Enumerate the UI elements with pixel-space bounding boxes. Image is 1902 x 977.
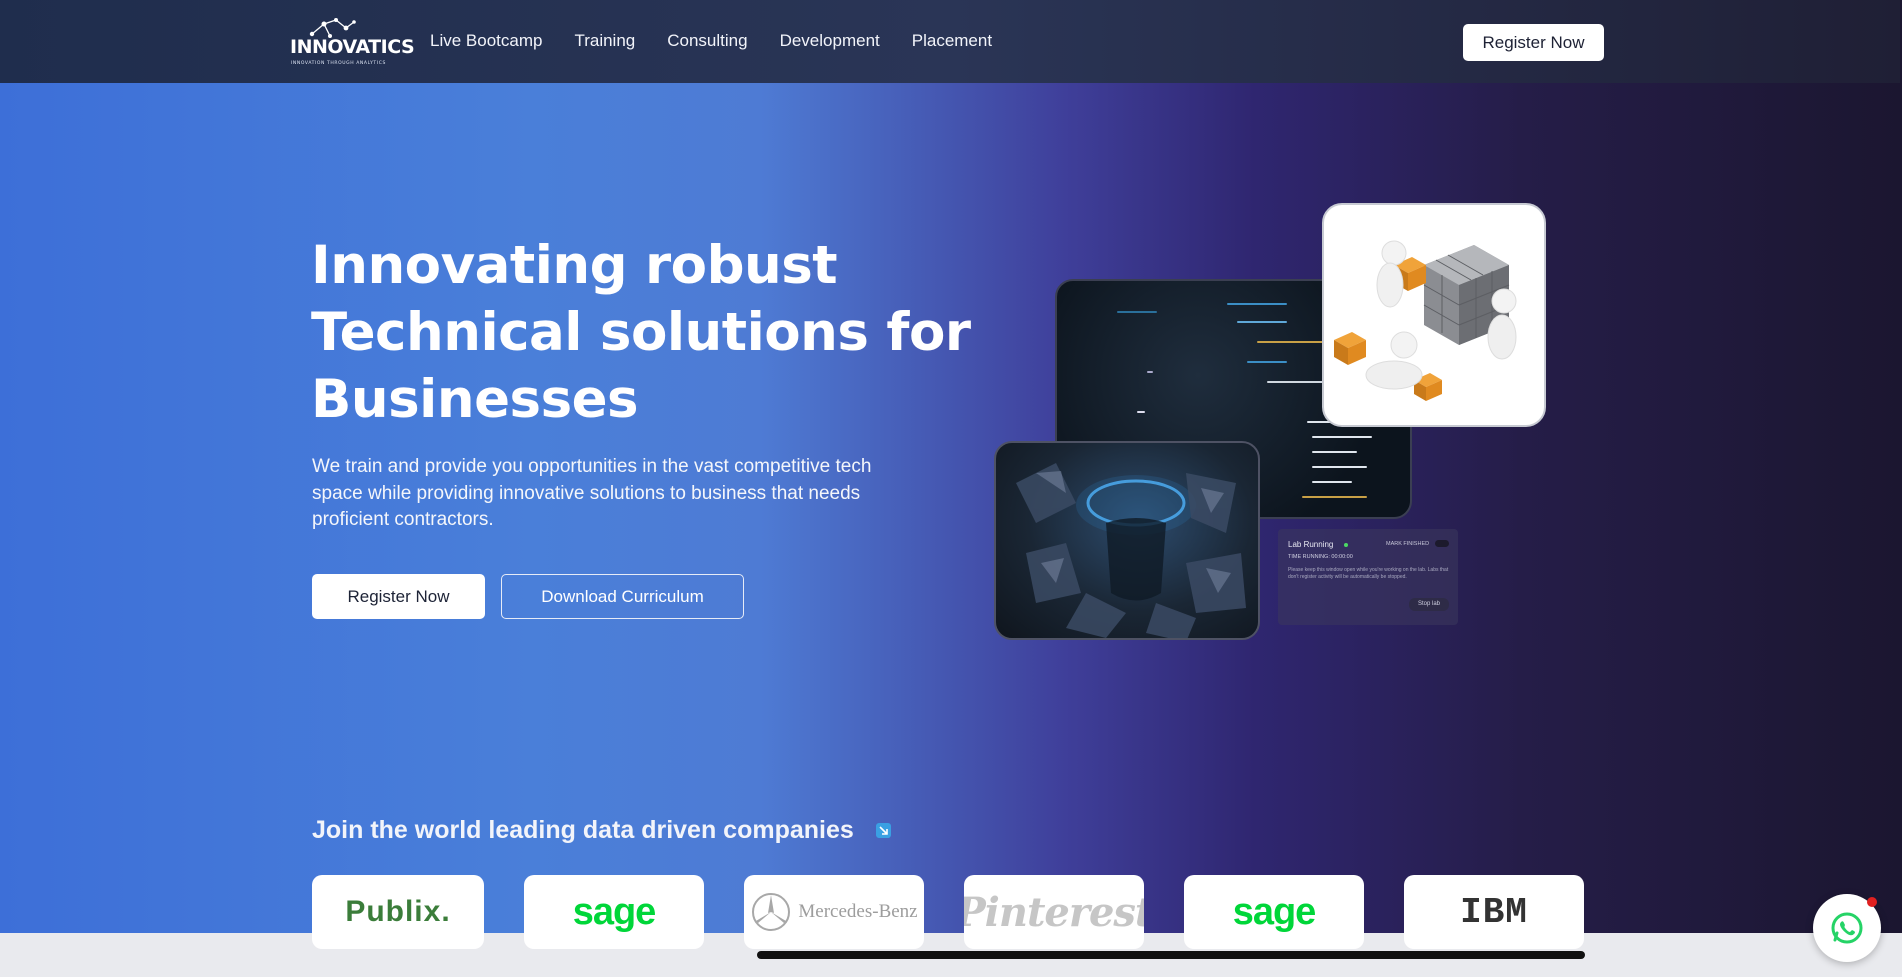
time-running: TIME RUNNING: 00:00:00 — [1288, 554, 1353, 560]
company-logo-sage-1: sage — [524, 875, 704, 949]
nav-link-development[interactable]: Development — [780, 31, 880, 51]
companies-heading: Join the world leading data driven compa… — [312, 816, 854, 844]
notification-badge — [1867, 897, 1877, 907]
company-logo-mercedes: Mercedes-Benz — [744, 875, 924, 949]
lightbulb-image — [994, 441, 1260, 640]
company-logo-sage-2: sage — [1184, 875, 1364, 949]
main-menu: Live Bootcamp Training Consulting Develo… — [430, 31, 992, 51]
teamwork-cubes-image — [1322, 203, 1546, 427]
lab-title: Lab Running — [1288, 540, 1334, 549]
page: INNOVATICS INNOVATION THROUGH ANALYTICS … — [0, 0, 1902, 977]
arrow-icon — [876, 823, 891, 838]
logo-tagline: INNOVATION THROUGH ANALYTICS — [291, 61, 386, 66]
horizontal-scrollbar[interactable] — [757, 951, 1585, 959]
status-dot-icon — [1344, 543, 1348, 547]
company-logo-pinterest: Pinterest — [964, 875, 1144, 949]
nav-link-placement[interactable]: Placement — [912, 31, 992, 51]
hero-register-button[interactable]: Register Now — [312, 574, 485, 619]
mercedes-star-icon — [752, 893, 791, 931]
nav-register-button[interactable]: Register Now — [1463, 24, 1604, 61]
innovatics-logo[interactable]: INNOVATICS INNOVATION THROUGH ANALYTICS — [290, 16, 415, 70]
mark-finished-toggle[interactable] — [1435, 540, 1449, 547]
sage-wordmark: sage — [1232, 890, 1317, 933]
nav-link-training[interactable]: Training — [574, 31, 635, 51]
ibm-wordmark: IBM — [1460, 891, 1528, 933]
mark-finished-label: MARK FINISHED — [1386, 541, 1430, 547]
mercedes-wordmark: Mercedes-Benz — [798, 901, 918, 922]
cube-puzzle-illustration — [1334, 240, 1517, 401]
pinterest-wordmark: Pinterest — [964, 888, 1144, 936]
lightbulb-illustration — [1016, 463, 1246, 638]
company-logo-publix: Publix. — [312, 875, 484, 949]
hero-title: Innovating robust Technical solutions fo… — [311, 235, 971, 430]
publix-wordmark: Publix. — [345, 895, 451, 928]
nav-link-live-bootcamp[interactable]: Live Bootcamp — [430, 31, 542, 51]
sage-wordmark: sage — [572, 890, 657, 933]
company-logo-ibm: IBM — [1404, 875, 1584, 949]
lab-note: Please keep this window open while you'r… — [1288, 567, 1449, 580]
hero-subtitle: We train and provide you opportunities i… — [312, 456, 872, 530]
logo-wordmark: INNOVATICS — [290, 36, 415, 58]
download-curriculum-button[interactable]: Download Curriculum — [501, 574, 744, 619]
stop-lab-button[interactable]: Stop lab — [1409, 598, 1449, 611]
lab-status-panel: Lab Running MARK FINISHED TIME RUNNING: … — [1278, 529, 1458, 625]
top-navbar: INNOVATICS INNOVATION THROUGH ANALYTICS … — [0, 0, 1900, 83]
nav-link-consulting[interactable]: Consulting — [667, 31, 747, 51]
